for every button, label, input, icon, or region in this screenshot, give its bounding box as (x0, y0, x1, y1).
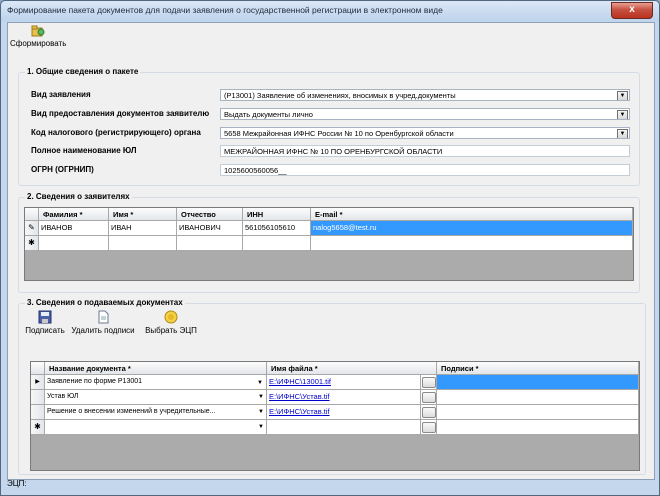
column-header[interactable]: Фамилия * (39, 208, 109, 221)
file-name[interactable]: E:\ИФНС\13001.tif (269, 377, 331, 386)
edit-row-icon[interactable]: ✎ (25, 221, 39, 236)
table-cell[interactable] (39, 236, 109, 251)
chevron-down-icon[interactable]: ▼ (257, 377, 265, 386)
browse-cell[interactable] (421, 375, 437, 390)
file-link[interactable]: E:\ИФНС\13001.tif (267, 375, 421, 390)
org-name-field[interactable]: МЕЖРАЙОННАЯ ИФНС № 10 ПО ОРЕНБУРГСКОЙ ОБ… (220, 145, 630, 157)
table-cell[interactable]: ИВАНОВИЧ (177, 221, 243, 236)
browse-cell[interactable] (421, 390, 437, 405)
general-info-group: 1. Общие сведения о пакете Вид заявления… (18, 67, 640, 186)
browse-button[interactable] (422, 407, 436, 418)
row-header[interactable] (31, 390, 45, 405)
chevron-down-icon[interactable]: ▼ (617, 110, 628, 119)
table-cell[interactable]: ИВАНОВ (39, 221, 109, 236)
column-header[interactable]: ИНН (243, 208, 311, 221)
delivery-method-value: Выдать документы лично (224, 110, 313, 119)
ecp-status-label: ЭЦП: (7, 479, 27, 488)
chevron-down-icon[interactable]: ▼ (258, 390, 264, 404)
floppy-disk-icon (38, 310, 52, 324)
document-name: Устав ЮЛ (47, 393, 79, 400)
column-header[interactable]: Подписи * (437, 362, 639, 375)
ogrn-field[interactable]: 1025600560056__ (220, 164, 630, 176)
file-link[interactable]: E:\ИФНС\Устав.tif (267, 390, 421, 405)
title-bar: Формирование пакета документов для подач… (1, 1, 659, 21)
row-pointer-icon[interactable]: ▶ (31, 375, 45, 390)
row-header[interactable] (31, 405, 45, 420)
column-header[interactable]: Имя файла * (267, 362, 437, 375)
browse-button[interactable] (422, 377, 436, 388)
tax-office-select[interactable]: 5658 Межрайонная ИФНС России № 10 по Оре… (220, 127, 630, 139)
tax-office-value: 5658 Межрайонная ИФНС России № 10 по Оре… (224, 129, 454, 138)
browse-button[interactable] (422, 392, 436, 403)
documents-title: 3. Сведения о подаваемых документах (25, 298, 185, 307)
file-name[interactable]: E:\ИФНС\Устав.tif (269, 407, 330, 416)
applicants-group: 2. Сведения о заявителях Фамилия * Имя *… (18, 192, 640, 293)
close-button[interactable]: x (611, 2, 653, 19)
file-name[interactable]: E:\ИФНС\Устав.tif (269, 392, 330, 401)
chevron-down-icon[interactable]: ▼ (617, 91, 628, 100)
document-name-select[interactable]: Решение о внесении изменений в учредител… (45, 405, 267, 420)
generate-icon (31, 25, 45, 37)
applicants-grid: Фамилия * Имя * Отчество ИНН E-mail * ✎ … (24, 207, 634, 281)
document-name: Заявление по форме Р13001 (47, 378, 143, 385)
document-name-select[interactable]: ▼ (45, 420, 267, 435)
tax-office-label: Код налогового (регистрирующего) органа (31, 128, 201, 137)
signatures-cell[interactable] (437, 375, 639, 390)
delivery-method-label: Вид предоставления документов заявителю (31, 109, 210, 118)
org-name-label: Полное наименование ЮЛ (31, 146, 137, 155)
choose-ecp-label: Выбрать ЭЦП (145, 326, 197, 335)
document-name-select[interactable]: Устав ЮЛ ▼ (45, 390, 267, 405)
grid-corner (25, 208, 39, 221)
signatures-cell[interactable] (437, 420, 639, 435)
table-cell[interactable]: 561056105610 (243, 221, 311, 236)
application-type-value: (Р13001) Заявление об изменениях, вносим… (224, 91, 456, 100)
delivery-method-select[interactable]: Выдать документы лично ▼ (220, 108, 630, 120)
new-row-icon[interactable]: ✱ (31, 420, 45, 435)
table-cell[interactable] (311, 236, 633, 251)
file-link[interactable]: E:\ИФНС\Устав.tif (267, 405, 421, 420)
table-cell-email[interactable]: nalog5658@test.ru (311, 221, 633, 236)
application-type-label: Вид заявления (31, 90, 91, 99)
sign-button[interactable]: Подписать (23, 310, 67, 335)
client-area: Сформировать 1. Общие сведения о пакете … (7, 22, 655, 480)
delete-signatures-button[interactable]: Удалить подписи (69, 310, 137, 335)
application-type-select[interactable]: (Р13001) Заявление об изменениях, вносим… (220, 89, 630, 101)
grid-corner (31, 362, 45, 375)
applicants-title: 2. Сведения о заявителях (25, 192, 132, 201)
chevron-down-icon[interactable]: ▼ (617, 129, 628, 138)
column-header[interactable]: E-mail * (311, 208, 633, 221)
general-info-title: 1. Общие сведения о пакете (25, 67, 141, 76)
choose-ecp-button[interactable]: Выбрать ЭЦП (141, 310, 201, 335)
sign-label: Подписать (25, 326, 65, 335)
browse-cell[interactable] (421, 405, 437, 420)
signatures-cell[interactable] (437, 405, 639, 420)
document-name: Решение о внесении изменений в учредител… (47, 408, 216, 415)
chevron-down-icon[interactable]: ▼ (258, 420, 264, 434)
column-header[interactable]: Название документа * (45, 362, 267, 375)
column-header[interactable]: Имя * (109, 208, 177, 221)
generate-button[interactable]: Сформировать (10, 25, 66, 48)
generate-label: Сформировать (10, 39, 67, 48)
main-window: Формирование пакета документов для подач… (0, 0, 660, 496)
document-name-select[interactable]: Заявление по форме Р13001 ▼ (45, 375, 267, 390)
delete-signatures-label: Удалить подписи (71, 326, 135, 335)
certificate-icon (164, 310, 178, 324)
chevron-down-icon[interactable]: ▼ (258, 405, 264, 419)
table-cell[interactable] (177, 236, 243, 251)
ogrn-label: ОГРН (ОГРНИП) (31, 165, 94, 174)
browse-button[interactable] (422, 422, 436, 433)
table-cell[interactable] (243, 236, 311, 251)
new-row-icon[interactable]: ✱ (25, 236, 39, 251)
documents-group: 3. Сведения о подаваемых документах Подп… (18, 298, 646, 475)
file-link[interactable] (267, 420, 421, 435)
table-cell[interactable]: ИВАН (109, 221, 177, 236)
document-delete-icon (98, 310, 109, 324)
window-title: Формирование пакета документов для подач… (7, 5, 443, 15)
documents-grid: Название документа * Имя файла * Подписи… (30, 361, 640, 471)
table-cell[interactable] (109, 236, 177, 251)
column-header[interactable]: Отчество (177, 208, 243, 221)
browse-cell[interactable] (421, 420, 437, 435)
signatures-cell[interactable] (437, 390, 639, 405)
